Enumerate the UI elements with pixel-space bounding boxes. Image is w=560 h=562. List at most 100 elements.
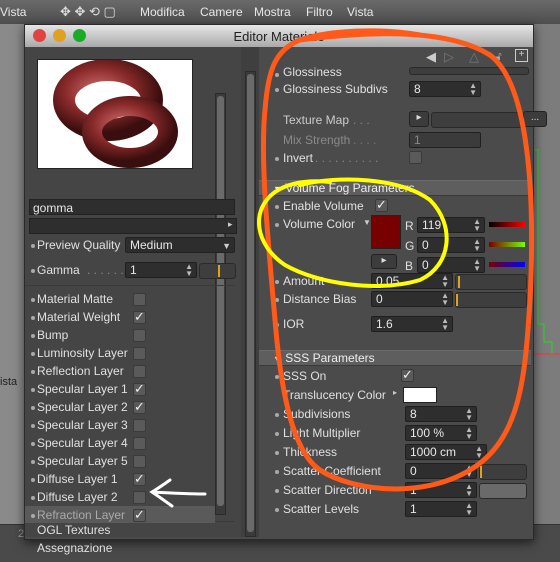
layer-label[interactable]: Material Matte (37, 292, 113, 306)
g-gradient-slider[interactable] (489, 242, 525, 247)
layer-checkbox[interactable] (133, 491, 146, 504)
layer-checkbox[interactable] (133, 399, 146, 415)
layer-checkbox[interactable] (133, 471, 146, 487)
host-viewport-left[interactable] (0, 24, 24, 534)
volume-color-arrow-button[interactable]: ▸ (371, 254, 397, 269)
scatter-coefficient-slider[interactable] (479, 464, 527, 480)
texture-map-arrow-button[interactable]: ▸ (409, 111, 429, 127)
host-viewport-right[interactable] (530, 24, 560, 534)
gamma-field[interactable]: 1 ▲ ▼ (125, 262, 197, 278)
preview-quality-select[interactable]: Medium ▼ (125, 237, 235, 253)
layer-label[interactable]: Bump (37, 328, 68, 342)
move-icon[interactable]: ✥ ✥ ⟲ ▢ (60, 4, 116, 20)
scatter-direction-slider[interactable] (479, 483, 527, 499)
menu-filtro[interactable]: Filtro (306, 5, 333, 19)
back-arrow-icon[interactable]: ◀ (426, 49, 436, 65)
texture-map-browse-button[interactable]: ... (523, 111, 547, 127)
enable-volume-checkbox[interactable] (375, 197, 388, 213)
ogl-textures-item[interactable]: OGL Textures (37, 523, 110, 537)
r-gradient-slider[interactable] (489, 222, 525, 227)
layer-label[interactable]: Specular Layer 4 (37, 436, 128, 450)
gamma-slider[interactable] (199, 263, 236, 279)
layer-label[interactable]: Reflection Layer (37, 364, 124, 378)
amount-slider[interactable] (455, 274, 527, 290)
chevron-down-icon[interactable]: ▼ (363, 218, 371, 227)
layer-label[interactable]: Diffuse Layer 1 (37, 472, 118, 486)
light-multiplier-field[interactable]: 100 % ▲ ▼ (405, 425, 477, 441)
assignment-item[interactable]: Assegnazione (37, 541, 112, 555)
spinner-icon[interactable]: ▲ ▼ (185, 263, 193, 278)
material-name-field[interactable]: gomma (29, 199, 235, 215)
layer-checkbox[interactable] (133, 293, 146, 306)
preview-torus-icon (53, 59, 178, 168)
glossiness-subdivs-label: Glossiness Subdivs (283, 82, 388, 96)
volume-color-swatch[interactable] (371, 215, 401, 249)
b-field[interactable]: 0 ▲ ▼ (417, 257, 485, 273)
layer-label[interactable]: Specular Layer 3 (37, 418, 128, 432)
scatter-coefficient-field[interactable]: 0 ▲ ▼ (405, 463, 477, 479)
glossiness-subdivs-field[interactable]: 8 ▲ ▼ (409, 81, 481, 97)
layer-label[interactable]: Refraction Layer (37, 508, 125, 522)
translucency-color-swatch[interactable] (403, 387, 437, 403)
menu-modifica[interactable]: Modifica (140, 5, 185, 19)
spinner-icon[interactable]: ▲ ▼ (469, 82, 477, 97)
layer-checkbox[interactable] (133, 347, 146, 360)
layer-label[interactable]: Specular Layer 1 (37, 382, 128, 396)
layer-checkbox[interactable] (133, 419, 146, 432)
ior-field[interactable]: 1.6 ▲ ▼ (371, 316, 453, 332)
distance-bias-field[interactable]: 0 ▲ ▼ (371, 291, 453, 307)
invert-checkbox[interactable] (409, 151, 422, 164)
scatter-levels-field[interactable]: 1 ▲ ▼ (405, 501, 477, 517)
glossiness-slider[interactable] (409, 67, 529, 75)
layer-label[interactable]: Diffuse Layer 2 (37, 490, 118, 504)
preview-quality-value: Medium (130, 238, 173, 252)
sss-on-checkbox[interactable] (401, 367, 414, 383)
distance-bias-slider[interactable] (455, 292, 527, 308)
pane-divider[interactable] (241, 47, 259, 537)
mix-strength-field[interactable]: 1 (409, 132, 481, 148)
thickness-field[interactable]: 1000 cm ▲ ▼ (405, 444, 487, 460)
bullet-icon (31, 269, 35, 273)
bullet-icon (275, 157, 279, 161)
layer-checkbox[interactable] (133, 507, 146, 523)
layer-checkbox[interactable] (133, 329, 146, 342)
menu-camere[interactable]: Camere (200, 5, 243, 19)
layer-checkbox[interactable] (133, 309, 146, 325)
lock-icon[interactable]: 🔓︎ (494, 49, 502, 64)
texture-map-slot[interactable] (431, 112, 523, 128)
left-scrollbar-thumb[interactable] (217, 96, 224, 506)
layer-checkbox[interactable] (133, 365, 146, 378)
window-titlebar[interactable]: Editor Materiale (25, 25, 533, 48)
thickness-label: Thickness (283, 445, 338, 459)
r-field[interactable]: 119 ▲ ▼ (417, 217, 485, 233)
g-field[interactable]: 0 ▲ ▼ (417, 237, 485, 253)
menu-vista-left[interactable]: Vista (0, 5, 26, 19)
subdivisions-field[interactable]: 8 ▲ ▼ (405, 406, 477, 422)
scatter-direction-field[interactable]: 1 ▲ ▼ (405, 482, 477, 498)
bullet-icon (275, 298, 279, 302)
sss-header[interactable]: ▼ SSS Parameters (259, 350, 531, 366)
amount-field[interactable]: 0.05 ▲ ▼ (371, 273, 453, 289)
layer-checkbox[interactable] (133, 381, 146, 397)
layer-checkbox[interactable] (133, 455, 146, 468)
b-gradient-slider[interactable] (489, 262, 525, 267)
menu-mostra[interactable]: Mostra (254, 5, 291, 19)
layer-checkbox[interactable] (133, 437, 146, 450)
chevron-right-icon[interactable]: ▸ (228, 219, 233, 230)
layer-label[interactable]: Specular Layer 2 (37, 400, 128, 414)
middle-scrollbar[interactable] (245, 71, 256, 537)
bullet-icon (31, 370, 35, 374)
forward-arrow-icon[interactable]: ▷ (444, 49, 454, 65)
layer-label[interactable]: Luminosity Layer (37, 346, 128, 360)
material-parameters-pane: ◀ ▷ △ 🔓︎ + Glossiness Glossiness Subdivs… (259, 47, 547, 537)
new-window-icon[interactable]: + (515, 49, 528, 62)
material-path-bar[interactable] (29, 218, 237, 234)
volume-fog-header[interactable]: ▼ Volume Fog Parameters (259, 180, 531, 196)
chevron-right-icon[interactable]: ▸ (393, 388, 397, 397)
up-arrow-icon[interactable]: △ (469, 49, 479, 65)
menu-vista[interactable]: Vista (347, 5, 373, 19)
material-preview[interactable] (37, 59, 193, 169)
layer-label[interactable]: Material Weight (37, 310, 120, 324)
layer-label[interactable]: Specular Layer 5 (37, 454, 128, 468)
left-scrollbar[interactable] (215, 93, 226, 515)
